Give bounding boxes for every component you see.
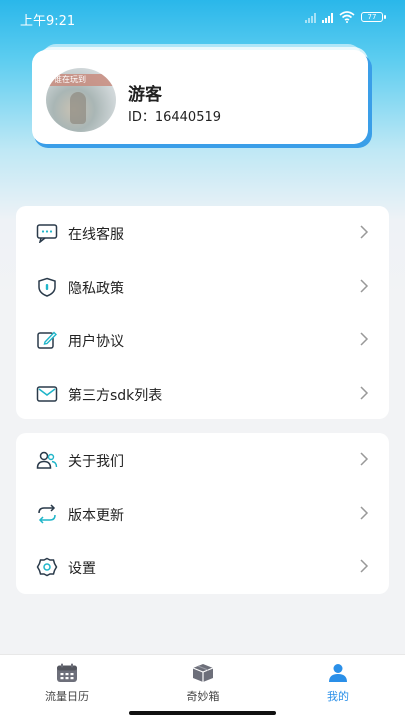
- tab-label: 我的: [327, 690, 349, 703]
- edit-icon: [37, 331, 57, 349]
- menu-item-label: 隐私政策: [68, 280, 124, 297]
- menu-item-label: 关于我们: [68, 454, 124, 470]
- status-bar: 上午9:21 77: [0, 0, 405, 36]
- shield-icon: [38, 277, 56, 297]
- menu-item-user-agreement[interactable]: 用户协议: [16, 313, 389, 367]
- menu-item-label: 在线客服: [68, 227, 124, 243]
- profile-card[interactable]: 谁在玩到 游客 ID：16440519: [32, 44, 372, 148]
- menu-item-label: 用户协议: [68, 334, 124, 350]
- menu-item-about-us[interactable]: 关于我们: [16, 433, 389, 487]
- menu-group-app: 关于我们 版本更新 设置: [16, 433, 389, 594]
- home-indicator[interactable]: [129, 711, 276, 715]
- menu-group-service: 在线客服 隐私政策 用户协议 第三方sdk列表: [16, 206, 389, 419]
- menu-item-label: 第三方sdk列表: [68, 387, 163, 404]
- tab-mine[interactable]: 我的: [293, 663, 383, 704]
- signal-icon-2: [322, 12, 333, 23]
- status-time: 上午9:21: [20, 14, 76, 29]
- tab-label: 流量日历: [45, 690, 89, 703]
- menu-item-label: 版本更新: [68, 507, 124, 524]
- tab-traffic-calendar[interactable]: 流量日历: [22, 663, 112, 704]
- status-icons: 77: [305, 11, 386, 23]
- chat-icon: [36, 224, 58, 243]
- avatar-figure: [70, 92, 86, 124]
- avatar[interactable]: 谁在玩到: [46, 68, 116, 132]
- wifi-icon: [339, 11, 355, 23]
- mail-icon: [36, 385, 58, 402]
- chevron-right-icon: [360, 452, 369, 466]
- settings-icon: [36, 557, 58, 577]
- chevron-right-icon: [360, 332, 369, 346]
- chevron-right-icon: [360, 278, 369, 293]
- chevron-right-icon: [360, 225, 369, 239]
- users-icon: [36, 451, 58, 469]
- tab-label: 奇妙箱: [186, 690, 220, 703]
- menu-item-online-service[interactable]: 在线客服: [16, 206, 389, 260]
- menu-item-privacy-policy[interactable]: 隐私政策: [16, 260, 389, 314]
- avatar-banner-text: 谁在玩到: [54, 75, 86, 84]
- username: 游客: [128, 85, 162, 105]
- person-icon: [329, 664, 347, 682]
- menu-item-third-party-sdk[interactable]: 第三方sdk列表: [16, 367, 389, 421]
- menu-item-settings[interactable]: 设置: [16, 540, 389, 594]
- chevron-right-icon: [360, 559, 369, 573]
- signal-icon: [305, 12, 316, 23]
- chevron-right-icon: [360, 505, 369, 520]
- battery-icon: 77: [361, 12, 386, 22]
- tab-magic-box[interactable]: 奇妙箱: [158, 663, 248, 704]
- menu-item-label: 设置: [68, 561, 96, 577]
- profile-card-face: 谁在玩到 游客 ID：16440519: [32, 50, 368, 144]
- menu-item-version-update[interactable]: 版本更新: [16, 487, 389, 541]
- calendar-icon: [57, 663, 77, 682]
- box-icon: [192, 664, 214, 682]
- refresh-icon: [38, 503, 56, 524]
- user-id: ID：16440519: [128, 110, 222, 125]
- chevron-right-icon: [360, 385, 369, 400]
